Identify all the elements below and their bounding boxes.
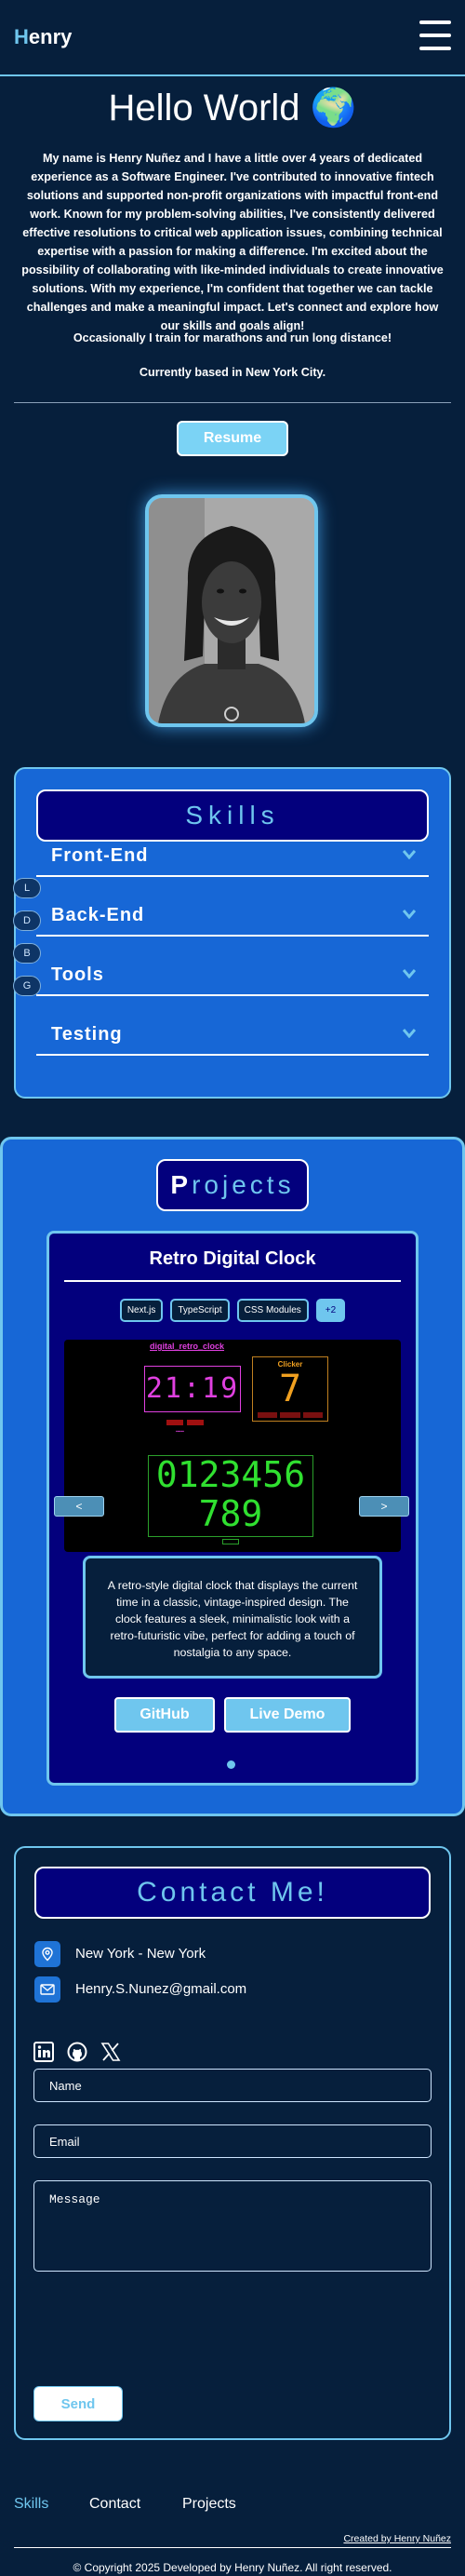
footer-credit-link[interactable]: Created by Henry Nuñez (343, 2533, 451, 2544)
logo-initial: H (14, 25, 29, 48)
skills-title: Skills (36, 789, 429, 842)
message-textarea[interactable] (33, 2180, 432, 2272)
send-button[interactable]: Send (33, 2386, 123, 2421)
hero-location: Currently based in New York City. (139, 366, 326, 379)
preview-clicker-value: 7 (278, 1368, 302, 1410)
logo-rest: enry (28, 25, 73, 48)
footer-link-contact[interactable]: Contact (89, 2496, 140, 2513)
location-pin-icon (34, 1941, 60, 1967)
live-demo-button[interactable]: Live Demo (224, 1697, 351, 1733)
project-preview-image: digital_retro_clock 21:19 ▪▪▪▪▪ Clicker … (64, 1340, 401, 1552)
github-icon[interactable] (67, 2042, 89, 2064)
hero-title: Hello World 🌍 (108, 88, 357, 128)
carousel-next-button[interactable]: > (359, 1496, 409, 1517)
projects-title-initial: P (170, 1170, 193, 1199)
chevron-down-icon (402, 847, 417, 864)
project-divider (64, 1280, 401, 1282)
github-button[interactable]: GitHub (114, 1697, 215, 1733)
mail-icon (34, 1976, 60, 2003)
email-input[interactable] (33, 2124, 432, 2158)
footer-divider (14, 2547, 451, 2548)
chevron-down-icon (402, 1026, 417, 1043)
preview-digits-line1: 0123456 (155, 1454, 306, 1495)
skill-category-label: Tools (51, 964, 104, 985)
hamburger-menu-icon[interactable] (419, 20, 451, 50)
project-description: A retro-style digital clock that display… (83, 1556, 382, 1679)
carousel-prev-button[interactable]: < (54, 1496, 104, 1517)
skill-category-label: Testing (51, 1024, 123, 1045)
linkedin-icon[interactable] (33, 2042, 56, 2064)
contact-email-text: Henry.S.Nunez@gmail.com (75, 1981, 247, 1997)
preview-clock-title: digital_retro_clock (150, 1342, 225, 1351)
footer-copyright: © Copyright 2025 Developed by Henry Nuñe… (73, 2561, 392, 2574)
footer-link-projects[interactable]: Projects (182, 2496, 236, 2513)
resume-button[interactable]: Resume (177, 421, 288, 456)
x-twitter-icon[interactable] (100, 2042, 123, 2064)
chevron-down-icon (402, 907, 417, 924)
side-nav-tab-d[interactable]: D (13, 910, 41, 931)
skill-category-label: Back-End (51, 905, 145, 925)
tech-tag: Next.js (119, 1299, 164, 1322)
side-nav-tab-l[interactable]: L (13, 878, 41, 898)
tech-tags: Next.js TypeScript CSS Modules +2 (49, 1299, 416, 1322)
preview-digits-line2: 789 (198, 1493, 263, 1534)
project-title: Retro Digital Clock (149, 1248, 316, 1269)
profile-photo (145, 494, 318, 727)
chevron-down-icon (402, 966, 417, 983)
skills-section: Skills Front-End Back-End Tools Testing (14, 767, 451, 1099)
side-nav-tab-b[interactable]: B (13, 943, 41, 964)
projects-title: Projects (156, 1159, 309, 1211)
side-nav-tab-g[interactable]: G (13, 976, 41, 996)
hero-bio: My name is Henry Nuñez and I have a litt… (21, 152, 444, 332)
carousel-indicator-dot[interactable] (227, 1760, 235, 1769)
site-header: Henry (0, 0, 465, 76)
skill-category-tools[interactable]: Tools (36, 959, 429, 996)
skill-category-back-end[interactable]: Back-End (36, 899, 429, 937)
hero-divider (14, 402, 451, 403)
preview-clock-display: 21:19 (144, 1366, 241, 1412)
tech-tag: CSS Modules (236, 1299, 309, 1322)
name-input[interactable] (33, 2069, 432, 2102)
contact-location-text: New York - New York (75, 1946, 206, 1962)
footer-link-skills[interactable]: Skills (14, 2496, 48, 2513)
skill-category-label: Front-End (51, 845, 149, 866)
projects-title-rest: rojects (192, 1170, 295, 1199)
more-tags-badge[interactable]: +2 (315, 1299, 346, 1322)
hero-hobby: Occasionally I train for marathons and r… (73, 331, 392, 344)
skill-category-testing[interactable]: Testing (36, 1018, 429, 1056)
tech-tag: TypeScript (170, 1299, 230, 1322)
contact-title: Contact Me! (34, 1867, 431, 1919)
skill-category-front-end[interactable]: Front-End (36, 840, 429, 877)
site-logo[interactable]: Henry (14, 25, 72, 49)
